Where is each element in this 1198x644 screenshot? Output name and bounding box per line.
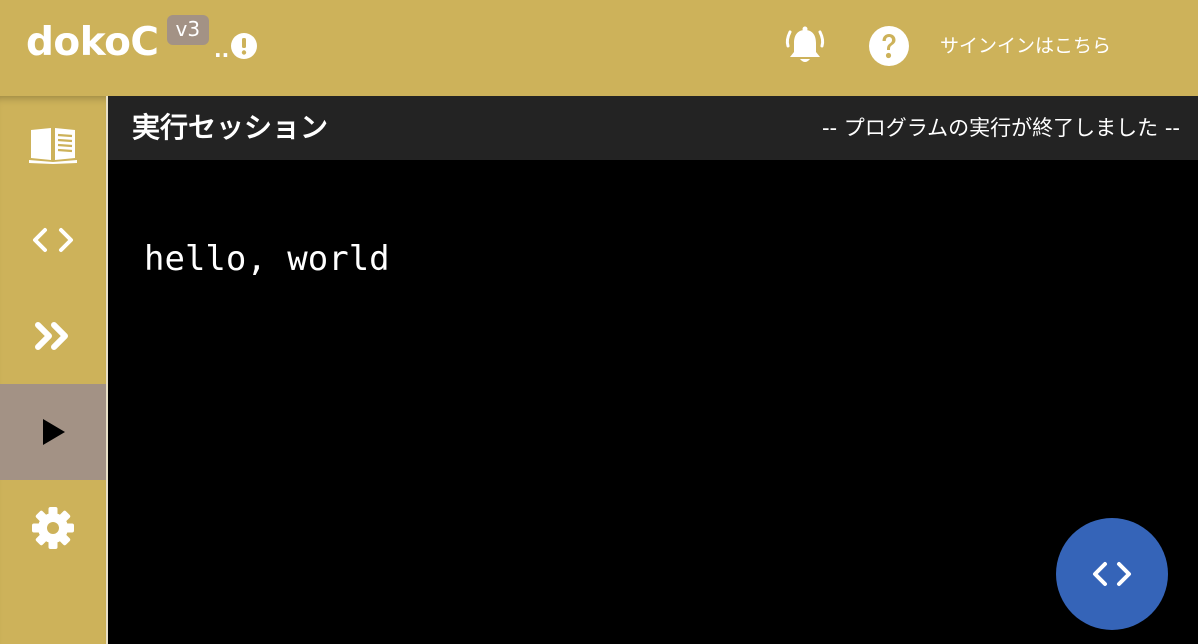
top-bar: dokoC v3 .. サインインはこちら <box>0 0 1198 96</box>
console-panel[interactable]: hello, world <box>108 160 1198 644</box>
code-icon <box>33 228 73 252</box>
session-title: 実行セッション <box>132 111 329 144</box>
session-status: -- プログラムの実行が終了しました -- <box>821 116 1180 140</box>
session-header: 実行セッション -- プログラムの実行が終了しました -- <box>108 96 1198 160</box>
code-editor-fab[interactable] <box>1056 518 1168 630</box>
gear-icon <box>32 507 74 549</box>
console-output: hello, world <box>144 239 390 279</box>
sidebar-item-book[interactable] <box>0 96 106 192</box>
brand[interactable]: dokoC v3 <box>26 15 210 68</box>
sidebar-item-run[interactable] <box>0 384 106 480</box>
sidebar <box>0 96 106 644</box>
signin-link[interactable]: サインインはこちら <box>940 32 1111 60</box>
bell-icon[interactable] <box>784 24 826 68</box>
play-icon <box>43 419 65 445</box>
version-badge: v3 <box>166 15 210 45</box>
help-icon[interactable] <box>868 25 910 67</box>
sidebar-item-settings[interactable] <box>0 480 106 576</box>
app-title[interactable]: dokoC <box>26 18 159 68</box>
sidebar-item-code[interactable] <box>0 192 106 288</box>
code-icon <box>1093 562 1131 586</box>
alert-icon[interactable] <box>230 32 258 60</box>
double-chevron-right-icon <box>35 322 68 350</box>
brand-dots: .. <box>214 38 230 62</box>
book-icon <box>29 128 77 164</box>
sidebar-item-run-all[interactable] <box>0 288 106 384</box>
